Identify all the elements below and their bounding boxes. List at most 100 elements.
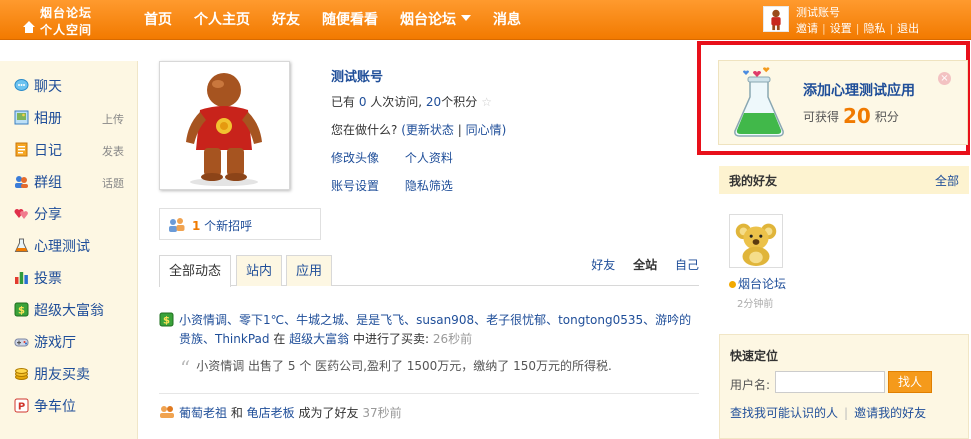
privacy-link[interactable]: 隐私: [863, 22, 885, 35]
invite-link[interactable]: 邀请: [796, 22, 818, 35]
sidebar-item-chat[interactable]: 聊天: [14, 75, 134, 97]
privacy-filter-link[interactable]: 隐私筛选: [405, 179, 453, 193]
sidebar-item-label: 朋友买卖: [34, 367, 90, 383]
feed-app-link[interactable]: 超级大富翁: [289, 332, 349, 346]
status-prompt: 您在做什么?: [331, 123, 398, 137]
profile-info-link[interactable]: 个人资料: [405, 151, 453, 165]
photo-album-icon: [14, 110, 29, 125]
sidebar-item-share[interactable]: 分享: [14, 203, 134, 225]
quick-locate-panel: 快速定位 用户名: 找人 查找我可能认识的人 | 邀请我的好友: [719, 334, 969, 439]
location-pin-icon: [729, 281, 736, 288]
new-greetings-box[interactable]: 1 个新招呼: [159, 208, 321, 240]
quick-locate-title: 快速定位: [730, 349, 779, 363]
star-icon: ☆: [481, 95, 492, 109]
divider: [159, 393, 699, 394]
filter-friends[interactable]: 好友: [591, 258, 615, 272]
feed-user2-link[interactable]: 龟店老板: [247, 406, 295, 420]
my-friends-header: 我的好友 全部: [719, 166, 969, 194]
sidebar-item-label: 群组: [34, 175, 62, 191]
user-avatar-icon[interactable]: [763, 6, 789, 32]
profile-avatar[interactable]: [159, 61, 290, 190]
tab-apps[interactable]: 应用: [286, 255, 333, 286]
same-mood-link[interactable]: 同心情): [466, 123, 507, 137]
nav-friends[interactable]: 好友: [272, 0, 300, 40]
chevron-down-icon: [461, 15, 471, 21]
find-person-button[interactable]: 找人: [888, 371, 932, 393]
nav-browse[interactable]: 随便看看: [322, 0, 378, 40]
nav-home[interactable]: 首页: [144, 0, 172, 40]
feed-item-body: 小资情调、零下1℃、牛城之城、是是飞飞、susan908、老子很忧郁、tongt…: [159, 311, 699, 349]
username-search-input[interactable]: [775, 371, 885, 393]
nav-forum-dropdown[interactable]: 烟台论坛: [400, 0, 471, 40]
feed-text: 成为了好友: [294, 406, 363, 420]
feed-user1-link[interactable]: 葡萄老祖: [179, 406, 227, 420]
separator: |: [855, 22, 860, 35]
friend-card[interactable]: 烟台论坛 2分钟前: [729, 214, 799, 310]
sidebar-item-label: 超级大富翁: [34, 303, 104, 319]
logout-link[interactable]: 退出: [897, 22, 919, 35]
friend-name[interactable]: 烟台论坛: [729, 275, 786, 292]
user-name[interactable]: 测试账号: [796, 4, 840, 20]
money-icon: $: [159, 312, 174, 327]
tab-all-activity[interactable]: 全部动态: [159, 255, 232, 287]
coins-icon: [15, 368, 28, 380]
sidebar-item-label: 投票: [34, 271, 62, 287]
sidebar-item-album[interactable]: 相册 上传: [14, 107, 134, 129]
diary-icon: [15, 142, 28, 157]
visits-suffix: 人次访问,: [366, 95, 426, 109]
home-icon: [23, 21, 35, 33]
filter-self[interactable]: 自己: [675, 258, 699, 272]
invite-friends-link[interactable]: 邀请我的好友: [854, 406, 926, 420]
all-friends-link[interactable]: 全部: [935, 172, 959, 189]
feed-text: 和: [227, 406, 247, 420]
nav-messages[interactable]: 消息: [493, 0, 521, 40]
app-promo-title[interactable]: 添加心理测试应用: [803, 80, 915, 100]
svg-text:$: $: [18, 306, 25, 317]
sidebar-item-diary[interactable]: 日记 发表: [14, 139, 134, 161]
profile-name[interactable]: 测试账号: [331, 66, 383, 85]
feed-tabs: 全部动态 站内 应用 好友 全站 自己: [159, 255, 699, 287]
visits-prefix: 已有: [331, 95, 359, 109]
sidebar-item-label: 心理测试: [34, 239, 90, 255]
sidebar-item-label: 游戏厅: [34, 335, 76, 351]
top-navigation-bar: 烟台论坛 个人空间 首页 个人主页 好友 随便看看 烟台论坛 消息 测试账号 邀…: [0, 0, 971, 40]
sidebar-item-vote[interactable]: 投票: [14, 267, 134, 289]
settings-link[interactable]: 设置: [830, 22, 852, 35]
update-status-link[interactable]: (更新状态: [401, 123, 454, 137]
sidebar-item-monopoly[interactable]: $ 超级大富翁: [14, 299, 134, 321]
sidebar-item-group[interactable]: 群组 话题: [14, 171, 134, 193]
account-settings-link[interactable]: 账号设置: [331, 179, 379, 193]
flask-icon: [14, 238, 29, 252]
sidebar-item-arcade[interactable]: 游戏厅: [14, 331, 134, 353]
share-hearts-icon: [14, 209, 28, 219]
topic-link[interactable]: 话题: [102, 175, 124, 191]
sidebar-item-psych-test[interactable]: 心理测试: [14, 235, 134, 257]
sidebar-item-friend-trade[interactable]: 朋友买卖: [14, 363, 134, 385]
points-suffix: 个积分: [441, 95, 478, 109]
filter-whole-site[interactable]: 全站: [633, 258, 657, 272]
logo-line1: 烟台论坛: [40, 6, 93, 20]
group-icon: [15, 176, 28, 188]
upload-link[interactable]: 上传: [102, 111, 124, 127]
feed-quote-text: 小资情调 出售了 5 个 医药公司,盈利了 1500万元，缴纳了 150万元的所…: [196, 359, 612, 373]
find-acquaintances-link[interactable]: 查找我可能认识的人: [730, 406, 838, 420]
separator: |: [844, 406, 849, 420]
feed-time: 26秒前: [432, 332, 473, 346]
left-sidebar: 聊天 相册 上传 日记 发表 群组 话题 分享 心理测试 投票 $ 超级大富翁 …: [0, 61, 138, 439]
sidebar-item-label: 分享: [34, 207, 62, 223]
game-controller-icon: [14, 338, 29, 347]
sidebar-item-parking[interactable]: P 争车位: [14, 395, 134, 417]
edit-avatar-link[interactable]: 修改头像: [331, 151, 379, 165]
parking-icon: P: [14, 398, 29, 413]
greeting-link[interactable]: 个新招呼: [200, 219, 252, 233]
close-icon[interactable]: ×: [938, 72, 951, 85]
nav-profile[interactable]: 个人主页: [194, 0, 250, 40]
profile-links-row1: 修改头像 个人资料: [331, 149, 475, 166]
psych-test-app-promo[interactable]: 添加心理测试应用 可获得 20 积分 ×: [718, 60, 968, 145]
nav-forum-label: 烟台论坛: [400, 12, 456, 28]
greeting-people-icon: [169, 218, 185, 232]
profile-avatar-figure-icon: [186, 73, 262, 186]
site-logo[interactable]: 烟台论坛 个人空间: [20, 3, 112, 37]
tab-site[interactable]: 站内: [236, 255, 283, 286]
publish-link[interactable]: 发表: [102, 143, 124, 159]
